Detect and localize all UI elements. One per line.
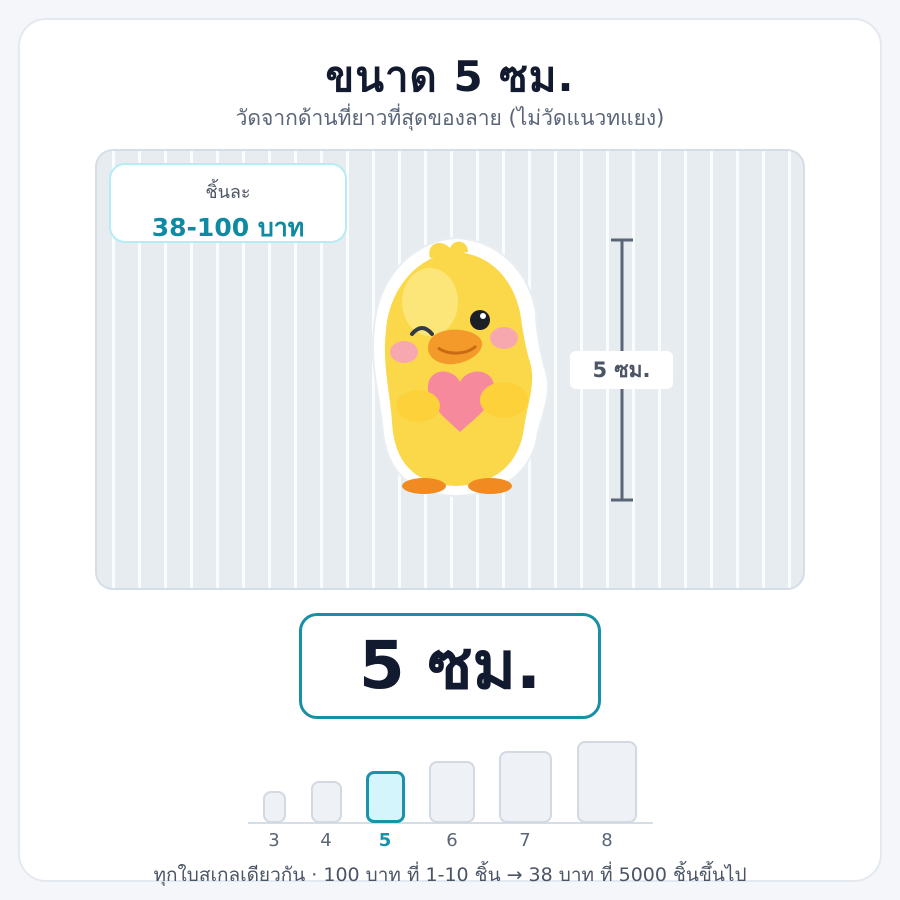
size-option-6[interactable] xyxy=(429,761,475,823)
pricing-footer-note: ทุกใบสเกลเดียวกัน · 100 บาท ที่ 1-10 ชิ้… xyxy=(153,864,747,886)
price-label: ชิ้นละ xyxy=(205,182,251,203)
page-subtitle: วัดจากด้านที่ยาวที่สุดของลาย (ไม่วัดแนวท… xyxy=(235,106,665,130)
duck-sticker-icon xyxy=(371,236,550,498)
size-option-4[interactable] xyxy=(311,781,342,823)
price-value: 38-100 บาท xyxy=(151,213,305,242)
page-title: ขนาด 5 ซม. xyxy=(325,52,575,101)
ruler-label: 5 ซม. xyxy=(570,351,673,389)
price-badge: ชิ้นละ 38-100 บาท xyxy=(109,163,347,243)
size-label-5: 5 xyxy=(378,830,392,851)
size-label-7: 7 xyxy=(519,830,531,851)
size-label-3: 3 xyxy=(268,830,280,851)
size-option-7[interactable] xyxy=(499,751,552,823)
size-label-4: 4 xyxy=(320,830,332,851)
size-label-8: 8 xyxy=(601,830,613,851)
size-label-6: 6 xyxy=(446,830,458,851)
selected-size-display: 5 ซม. xyxy=(299,613,601,719)
size-option-5[interactable] xyxy=(366,771,405,823)
size-option-3[interactable] xyxy=(263,791,286,823)
size-option-8[interactable] xyxy=(577,741,637,823)
